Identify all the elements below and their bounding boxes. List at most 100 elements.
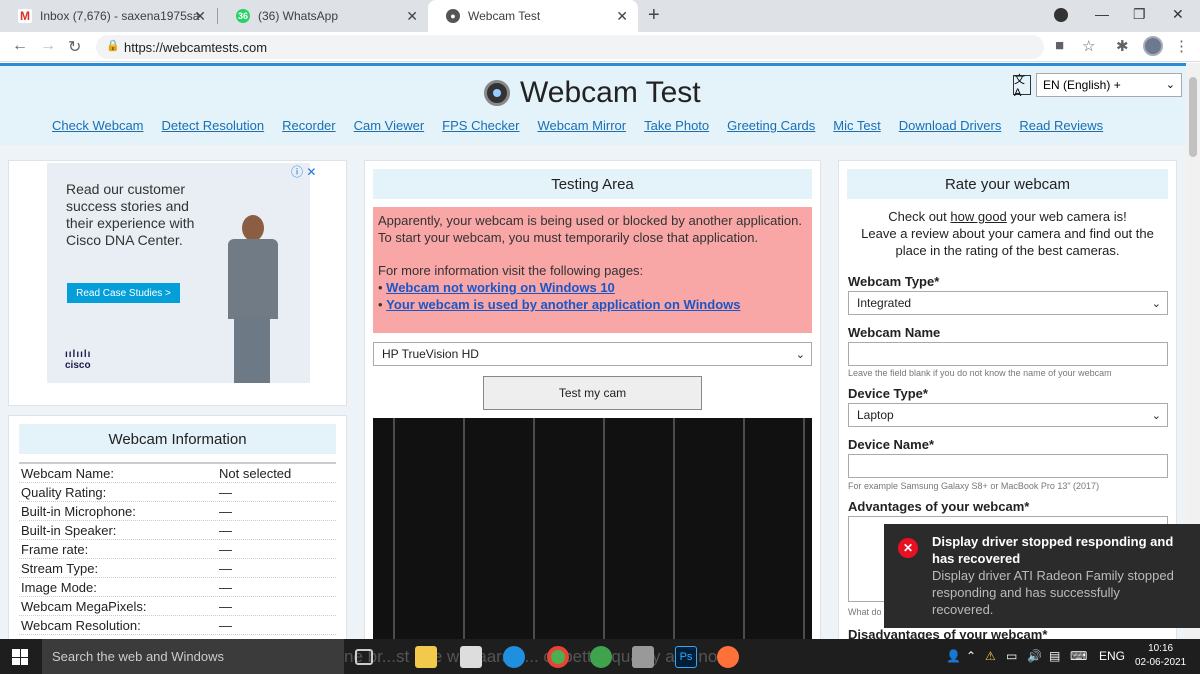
menu-icon[interactable]: ⋮ bbox=[1174, 37, 1189, 55]
webcam-type-value: Integrated bbox=[857, 296, 912, 310]
nav-check-webcam[interactable]: Check Webcam bbox=[52, 118, 144, 133]
webcam-name-field[interactable] bbox=[848, 342, 1168, 366]
nav-read-reviews[interactable]: Read Reviews bbox=[1019, 118, 1103, 133]
webcam-info-card: Webcam Information Webcam Name: Not selec… bbox=[8, 415, 347, 639]
tab-title: (36) WhatsApp bbox=[258, 9, 339, 23]
nav-cam-viewer[interactable]: Cam Viewer bbox=[354, 118, 425, 133]
tab-gmail[interactable]: M Inbox (7,676) - saxena1975sanjeev ✕ bbox=[0, 0, 216, 32]
warning-icon[interactable]: ⚠ bbox=[985, 649, 996, 663]
files-icon[interactable] bbox=[460, 646, 482, 668]
chevron-down-icon: ⌄ bbox=[795, 349, 805, 361]
taskbar-search[interactable]: Search the web and Windows bbox=[42, 639, 344, 674]
scrollbar-thumb[interactable] bbox=[1189, 77, 1197, 157]
lock-icon: 🔒 bbox=[106, 40, 120, 52]
webcam-type-select[interactable]: Integrated ⌄ bbox=[848, 291, 1168, 315]
windows-start-icon[interactable] bbox=[12, 649, 28, 665]
read-case-studies-button[interactable]: Read Case Studies > bbox=[67, 283, 180, 303]
video-preview bbox=[373, 418, 812, 639]
edge-icon[interactable] bbox=[503, 646, 525, 668]
info-value: — bbox=[219, 541, 232, 557]
device-type-select[interactable]: Laptop ⌄ bbox=[848, 403, 1168, 427]
restore-icon[interactable]: ❐ bbox=[1133, 6, 1146, 23]
translate-icon: 文A bbox=[1013, 74, 1031, 99]
profile-avatar[interactable] bbox=[1143, 36, 1163, 56]
chevron-up-icon[interactable]: ⌃ bbox=[966, 649, 976, 663]
forward-icon[interactable]: → bbox=[40, 37, 56, 55]
extensions-icon[interactable]: ✱ bbox=[1116, 37, 1129, 55]
testing-title: Testing Area bbox=[373, 169, 812, 199]
info-table: Webcam Name: Not selected Quality Rating:… bbox=[19, 462, 336, 635]
info-row: Frame rate: — bbox=[19, 540, 336, 559]
close-icon[interactable]: ✕ bbox=[406, 8, 418, 25]
close-icon[interactable]: ✕ bbox=[194, 8, 206, 25]
advantages-hint: What do bbox=[848, 607, 882, 617]
battery-icon[interactable]: ▭ bbox=[1006, 649, 1017, 663]
site-logo[interactable]: Webcam Test bbox=[484, 76, 701, 110]
driver-toast-notification[interactable]: ✕ Display driver stopped responding and … bbox=[884, 524, 1200, 628]
ad-info-icon[interactable]: ⓘ ✕ bbox=[291, 163, 316, 180]
reload-icon[interactable]: ↻ bbox=[68, 37, 81, 57]
app-icon[interactable] bbox=[590, 646, 612, 668]
info-row: Stream Type: — bbox=[19, 559, 336, 578]
bookmark-star-icon[interactable]: ☆ bbox=[1082, 37, 1095, 55]
close-icon[interactable]: ✕ bbox=[616, 8, 628, 25]
keyboard-icon[interactable]: ⌨ bbox=[1070, 649, 1087, 663]
test-my-cam-button[interactable]: Test my cam bbox=[483, 376, 702, 410]
tab-title: Inbox (7,676) - saxena1975sanjeev bbox=[40, 9, 200, 23]
disadvantages-label: Disadvantages of your webcam* bbox=[848, 627, 1048, 639]
language-value: EN (English) + bbox=[1043, 78, 1121, 92]
firefox-icon[interactable] bbox=[717, 646, 739, 668]
person-icon[interactable]: 👤 bbox=[946, 649, 961, 663]
info-key: Webcam Resolution: bbox=[21, 617, 141, 633]
cisco-ad[interactable]: Read our customer success stories and th… bbox=[47, 163, 310, 383]
link-webcam-not-working[interactable]: Webcam not working on Windows 10 bbox=[386, 280, 615, 295]
testing-area-card: Testing Area Apparently, your webcam is … bbox=[364, 160, 821, 639]
info-value: — bbox=[219, 598, 232, 614]
camera-select[interactable]: HP TrueVision HD ⌄ bbox=[373, 342, 812, 366]
webcam-name-hint: Leave the field blank if you do not know… bbox=[848, 368, 1112, 378]
minimize-icon[interactable]: — bbox=[1095, 6, 1109, 22]
tab-search-icon[interactable] bbox=[1054, 8, 1068, 22]
nav-take-photo[interactable]: Take Photo bbox=[644, 118, 709, 133]
new-tab-button[interactable]: + bbox=[648, 4, 660, 27]
error-message: Apparently, your webcam is being used or… bbox=[373, 207, 812, 333]
device-type-value: Laptop bbox=[857, 408, 894, 422]
nav-fps-checker[interactable]: FPS Checker bbox=[442, 118, 519, 133]
device-name-label: Device Name* bbox=[848, 437, 934, 452]
url-field[interactable]: 🔒 https://webcamtests.com bbox=[96, 35, 1044, 59]
photoshop-icon[interactable]: Ps bbox=[675, 646, 697, 668]
nav-greeting-cards[interactable]: Greeting Cards bbox=[727, 118, 815, 133]
info-row: Built-in Speaker: — bbox=[19, 521, 336, 540]
back-icon[interactable]: ← bbox=[12, 37, 28, 55]
language-select[interactable]: EN (English) + ⌄ bbox=[1036, 73, 1182, 97]
camera-blocked-icon[interactable]: ■ bbox=[1055, 37, 1064, 54]
nav-recorder[interactable]: Recorder bbox=[282, 118, 335, 133]
info-value: — bbox=[219, 560, 232, 576]
info-row: Quality Rating: — bbox=[19, 483, 336, 502]
info-title: Webcam Information bbox=[19, 424, 336, 454]
info-row: Webcam MegaPixels: — bbox=[19, 597, 336, 616]
device-name-field[interactable] bbox=[848, 454, 1168, 478]
nav-detect-resolution[interactable]: Detect Resolution bbox=[162, 118, 265, 133]
nav-webcam-mirror[interactable]: Webcam Mirror bbox=[537, 118, 626, 133]
info-key: Built-in Microphone: bbox=[21, 503, 136, 519]
database-icon[interactable] bbox=[632, 646, 654, 668]
tab-whatsapp[interactable]: 36 (36) WhatsApp ✕ bbox=[218, 0, 428, 32]
tab-webcam-test[interactable]: ● Webcam Test ✕ bbox=[428, 0, 638, 32]
file-explorer-icon[interactable] bbox=[415, 646, 437, 668]
task-view-icon[interactable] bbox=[355, 649, 373, 665]
device-type-label: Device Type* bbox=[848, 386, 928, 401]
language-indicator[interactable]: ENG bbox=[1099, 649, 1125, 663]
nav-mic-test[interactable]: Mic Test bbox=[833, 118, 880, 133]
link-webcam-used-by-app[interactable]: Your webcam is used by another applicati… bbox=[386, 297, 740, 312]
nav-download-drivers[interactable]: Download Drivers bbox=[899, 118, 1002, 133]
close-window-icon[interactable]: ✕ bbox=[1172, 6, 1184, 23]
how-good-link[interactable]: how good bbox=[950, 209, 1006, 224]
main-nav: Check Webcam Detect Resolution Recorder … bbox=[52, 118, 1103, 133]
clock[interactable]: 10:16 02-06-2021 bbox=[1135, 642, 1186, 670]
message-icon[interactable]: ▤ bbox=[1049, 649, 1060, 663]
chrome-icon[interactable] bbox=[547, 646, 569, 668]
ad-card: Read our customer success stories and th… bbox=[8, 160, 347, 406]
webcam-icon: ● bbox=[446, 9, 460, 23]
volume-icon[interactable]: 🔊 bbox=[1027, 649, 1042, 663]
